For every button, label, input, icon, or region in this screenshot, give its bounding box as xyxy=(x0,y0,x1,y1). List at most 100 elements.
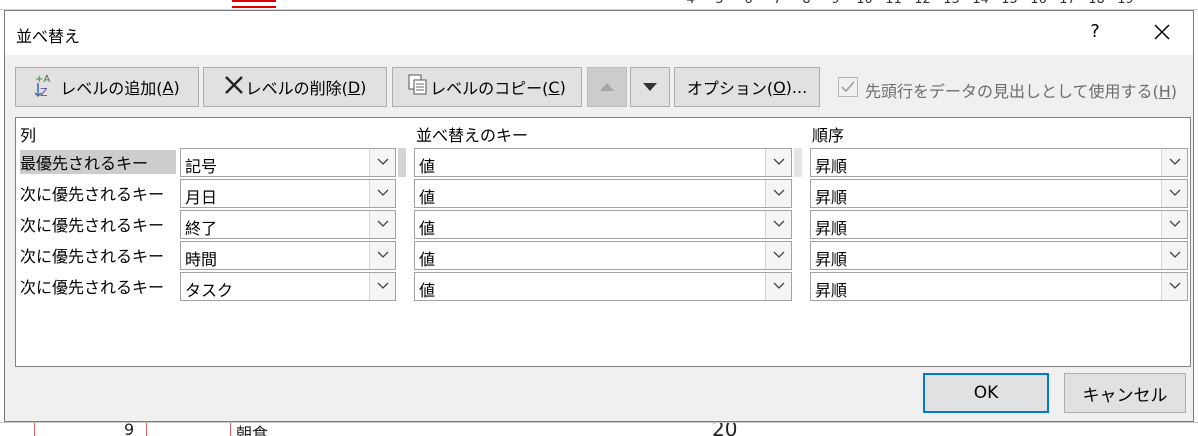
options-accesskey: O xyxy=(773,77,786,97)
chevron-down-icon xyxy=(377,251,389,258)
move-down-button[interactable] xyxy=(630,67,670,107)
column-number: 12 xyxy=(908,0,937,7)
column-number: 11 xyxy=(879,0,908,7)
order-header: 順序 xyxy=(812,126,845,145)
chevron-down-icon xyxy=(773,158,785,165)
column-number-strip: 4 5 6 7 8 9 10 11 12 13 14 15 16 17 18 1… xyxy=(676,0,1140,7)
sort-on-select[interactable]: 値 xyxy=(414,179,792,208)
header-check-accesskey: H xyxy=(1158,82,1171,101)
sort-level-row[interactable]: 次に優先されるキー 月日 値 昇順 xyxy=(16,177,1190,208)
dropdown-arrow[interactable] xyxy=(1161,242,1187,269)
header-check-label-post: ) xyxy=(1170,82,1178,101)
column-select[interactable]: 記号 xyxy=(180,148,396,177)
dialog-title: 並べ替え xyxy=(16,27,81,46)
order-select-value: 昇順 xyxy=(815,219,848,238)
dropdown-arrow[interactable] xyxy=(1161,273,1187,300)
column-select-value: 月日 xyxy=(185,188,218,207)
sort-on-select[interactable]: 値 xyxy=(414,148,792,177)
sort-on-select[interactable]: 値 xyxy=(414,210,792,239)
checkmark-icon xyxy=(841,81,855,93)
sort-on-select-value: 値 xyxy=(419,250,436,269)
sort-level-label: 次に優先されるキー xyxy=(20,278,165,297)
copy-level-label-pre: レベルのコピー( xyxy=(430,79,549,98)
dropdown-arrow[interactable] xyxy=(369,149,395,176)
column-number: 15 xyxy=(995,0,1024,7)
triangle-down-icon xyxy=(643,83,657,91)
column-number: 18 xyxy=(1082,0,1111,7)
column-number: 4 xyxy=(676,0,705,7)
order-select-value: 昇順 xyxy=(815,157,848,176)
dropdown-arrow[interactable] xyxy=(369,273,395,300)
options-label-post: )... xyxy=(785,77,808,97)
add-level-label-post: ) xyxy=(173,77,180,97)
dropdown-arrow[interactable] xyxy=(1161,149,1187,176)
order-select[interactable]: 昇順 xyxy=(810,148,1188,177)
add-level-accesskey: A xyxy=(162,77,174,97)
move-up-button[interactable] xyxy=(587,67,627,107)
delete-x-icon xyxy=(224,75,244,99)
options-label-pre: オプション( xyxy=(686,79,774,98)
sort-level-row[interactable]: 次に優先されるキー 時間 値 昇順 xyxy=(16,239,1190,270)
sort-on-select[interactable]: 値 xyxy=(414,272,792,301)
chevron-down-icon xyxy=(1169,189,1181,196)
column-select[interactable]: 時間 xyxy=(180,241,396,270)
order-select[interactable]: 昇順 xyxy=(810,179,1188,208)
delete-level-button[interactable]: レベルの削除(D) xyxy=(203,67,387,107)
dropdown-arrow[interactable] xyxy=(1161,180,1187,207)
dropdown-arrow[interactable] xyxy=(765,180,791,207)
chevron-down-icon xyxy=(377,282,389,289)
header-check-label-pre: 先頭行をデータの見出しとして使用する( xyxy=(865,82,1159,101)
dropdown-arrow[interactable] xyxy=(765,149,791,176)
dropdown-arrow[interactable] xyxy=(369,211,395,238)
sort-level-row[interactable]: 最優先されるキー 記号 値 昇順 xyxy=(16,146,1190,177)
cancel-button[interactable]: キャンセル xyxy=(1064,373,1186,413)
copy-level-button[interactable]: レベルのコピー(C) xyxy=(392,67,582,107)
chevron-down-icon xyxy=(773,251,785,258)
chevron-down-icon xyxy=(377,189,389,196)
add-level-button[interactable]: +A Z レベルの追加(A) xyxy=(15,67,199,107)
add-level-icon: +A Z xyxy=(34,72,58,102)
dropdown-arrow[interactable] xyxy=(369,242,395,269)
column-number: 13 xyxy=(937,0,966,7)
column-number: 5 xyxy=(705,0,734,7)
triangle-up-icon xyxy=(600,83,614,91)
help-button[interactable]: ? xyxy=(1085,21,1105,42)
copy-icon xyxy=(408,74,428,100)
order-select[interactable]: 昇順 xyxy=(810,210,1188,239)
order-select[interactable]: 昇順 xyxy=(810,241,1188,270)
dropdown-arrow[interactable] xyxy=(765,273,791,300)
cell-highlight-mark xyxy=(232,0,276,8)
dropdown-arrow[interactable] xyxy=(765,211,791,238)
sort-on-header: 並べ替えのキー xyxy=(416,126,529,145)
dropdown-arrow[interactable] xyxy=(1161,211,1187,238)
sort-on-select-value: 値 xyxy=(419,219,436,238)
chevron-down-icon xyxy=(773,189,785,196)
sort-level-row[interactable]: 次に優先されるキー タスク 値 昇順 xyxy=(16,270,1190,301)
chevron-down-icon xyxy=(773,282,785,289)
sheet-cell: 20 xyxy=(712,422,738,436)
row-spacer xyxy=(794,148,802,177)
order-select[interactable]: 昇順 xyxy=(810,272,1188,301)
sort-on-select[interactable]: 値 xyxy=(414,241,792,270)
close-button[interactable] xyxy=(1147,17,1177,47)
column-select[interactable]: 月日 xyxy=(180,179,396,208)
ok-button[interactable]: OK xyxy=(923,373,1049,413)
chevron-down-icon xyxy=(1169,220,1181,227)
sort-levels-grid: 列 並べ替えのキー 順序 最優先されるキー 記号 値 昇順 次に優先されるキー xyxy=(15,117,1191,367)
dropdown-arrow[interactable] xyxy=(369,180,395,207)
delete-level-accesskey: D xyxy=(347,77,361,97)
sort-level-row[interactable]: 次に優先されるキー 終了 値 昇順 xyxy=(16,208,1190,239)
sort-on-select-value: 値 xyxy=(419,157,436,176)
close-icon xyxy=(1154,24,1170,40)
sort-on-select-value: 値 xyxy=(419,188,436,207)
header-row-checkbox[interactable] xyxy=(838,77,858,97)
order-select-value: 昇順 xyxy=(815,281,848,300)
column-select[interactable]: 終了 xyxy=(180,210,396,239)
chevron-down-icon xyxy=(773,220,785,227)
sheet-cell: 朝食 xyxy=(236,424,269,436)
column-select[interactable]: タスク xyxy=(180,272,396,301)
column-number: 8 xyxy=(792,0,821,7)
dropdown-arrow[interactable] xyxy=(765,242,791,269)
options-button[interactable]: オプション(O)... xyxy=(674,67,820,107)
chevron-down-icon xyxy=(1169,251,1181,258)
